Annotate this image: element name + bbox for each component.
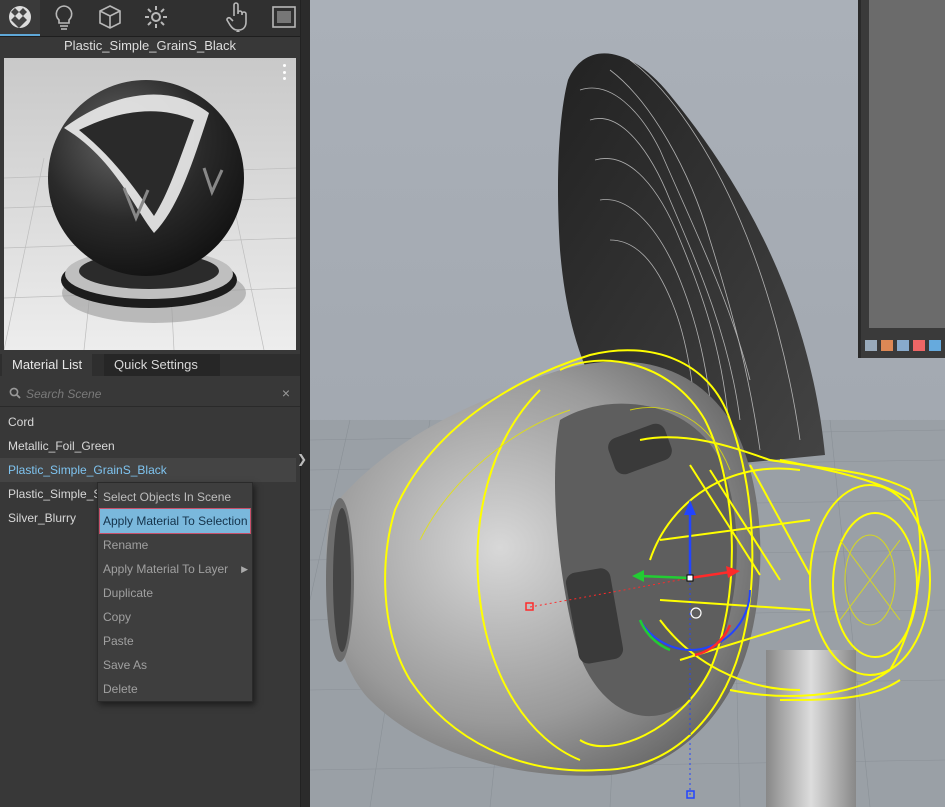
search-input[interactable] [24, 384, 268, 404]
panel-tabs: Material List Quick Settings [0, 354, 300, 376]
menu-item-save-as[interactable]: Save As [98, 653, 252, 677]
list-item-selected[interactable]: Plastic_Simple_GrainS_Black [0, 458, 296, 482]
submenu-arrow-icon: ▶ [241, 564, 248, 574]
render-frame-icon[interactable] [264, 0, 304, 34]
clear-search-icon[interactable]: × [282, 384, 290, 402]
tab-quick-settings[interactable]: Quick Settings [104, 354, 220, 376]
menu-item-select-objects-in-scene[interactable]: Select Objects In Scene [98, 485, 252, 509]
preview-options-icon[interactable] [280, 64, 288, 80]
render-window-toolbar [861, 340, 941, 351]
menu-item-rename[interactable]: Rename [98, 533, 252, 557]
context-menu: Select Objects In Scene Apply Material T… [97, 482, 253, 702]
3d-viewport[interactable] [310, 0, 945, 807]
menu-item-paste[interactable]: Paste [98, 629, 252, 653]
window-icon[interactable] [865, 340, 877, 351]
list-item[interactable]: Cord [0, 410, 296, 434]
gear-icon[interactable] [136, 0, 176, 34]
layers-icon[interactable] [881, 340, 893, 351]
material-ball-icon[interactable] [0, 0, 40, 36]
material-title: Plastic_Simple_GrainS_Black [64, 38, 236, 53]
search-icon [9, 387, 21, 399]
menu-item-duplicate[interactable]: Duplicate [98, 581, 252, 605]
hand-pointer-icon[interactable] [218, 0, 258, 34]
list-icon[interactable] [929, 340, 941, 351]
render-window-canvas [869, 0, 945, 328]
info-icon[interactable] [897, 340, 909, 351]
toolbar [0, 0, 300, 37]
cube-icon[interactable] [90, 0, 130, 34]
menu-item-delete[interactable]: Delete [98, 677, 252, 701]
floating-render-window[interactable] [858, 0, 945, 358]
menu-item-copy[interactable]: Copy [98, 605, 252, 629]
list-item[interactable]: Metallic_Foil_Green [0, 434, 296, 458]
material-preview [4, 58, 296, 350]
search-bar: × [0, 380, 300, 407]
menu-item-apply-material-to-selection[interactable]: Apply Material To Selection [99, 508, 251, 534]
tab-material-list[interactable]: Material List [2, 354, 93, 376]
color-swatch-icon[interactable] [913, 340, 925, 351]
chevron-right-icon[interactable]: ❯ [297, 452, 307, 466]
menu-item-label: Apply Material To Layer [103, 562, 229, 576]
menu-item-apply-material-to-layer[interactable]: Apply Material To Layer ▶ [98, 557, 252, 581]
light-bulb-icon[interactable] [44, 0, 84, 34]
